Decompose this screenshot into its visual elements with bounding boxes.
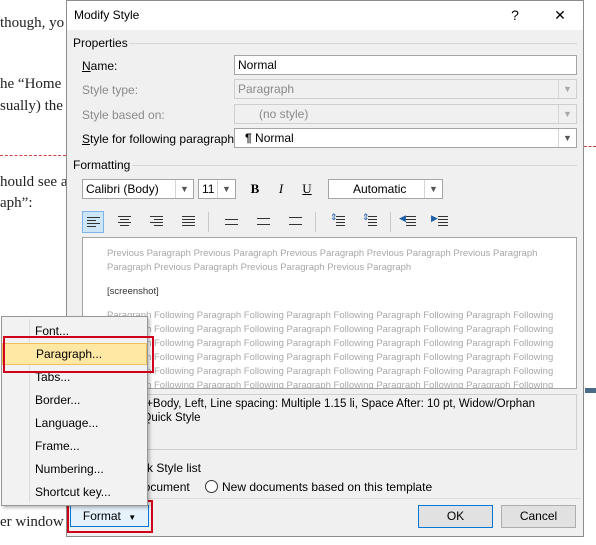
chevron-down-icon: ▼ xyxy=(558,105,576,123)
bold-button[interactable]: B xyxy=(245,179,265,199)
menu-item-numbering[interactable]: Numbering... xyxy=(2,458,147,480)
chevron-down-icon: ▼ xyxy=(217,180,235,198)
decrease-indent-button[interactable]: ◀ xyxy=(398,211,420,233)
preview-following-text: Paragraph Following Paragraph Following … xyxy=(107,352,554,363)
justify-button[interactable] xyxy=(178,211,200,233)
ok-button[interactable]: OK xyxy=(418,505,493,528)
chevron-down-icon: ▼ xyxy=(175,180,193,198)
menu-item-language[interactable]: Language... xyxy=(2,412,147,434)
scrollbar-fragment xyxy=(585,388,596,393)
toolbar-separator xyxy=(208,212,209,232)
preview-following-text: Paragraph Following Paragraph Following … xyxy=(107,310,554,321)
menu-item-shortcut-key[interactable]: Shortcut key... xyxy=(2,481,147,503)
based-on-select[interactable]: (no style) ▼ xyxy=(234,104,577,124)
font-size-value: 11 xyxy=(202,182,215,196)
arrow-left-icon: ◀ xyxy=(399,213,406,223)
decrease-indent-icon xyxy=(406,216,419,228)
style-preview: Previous Paragraph Previous Paragraph Pr… xyxy=(82,237,577,389)
align-right-button[interactable] xyxy=(146,211,168,233)
dialog-titlebar: Modify Style ? ✕ xyxy=(67,1,583,30)
chevron-down-icon: ▼ xyxy=(558,80,576,98)
increase-paragraph-spacing-button[interactable]: ⇕ xyxy=(328,211,350,233)
preview-following-text: Paragraph Following Paragraph Following … xyxy=(107,366,554,377)
one-half-spacing-icon xyxy=(257,218,270,227)
divider xyxy=(129,43,577,44)
properties-heading: Properties xyxy=(73,36,128,50)
formatting-heading: Formatting xyxy=(73,158,131,172)
preview-following-text: Paragraph Following Paragraph Following … xyxy=(107,380,554,389)
preview-previous-text: Paragraph Previous Paragraph Previous Pa… xyxy=(107,262,412,273)
page-break-line xyxy=(584,146,596,147)
align-center-icon xyxy=(118,216,131,228)
following-value: Normal xyxy=(255,131,294,145)
new-documents-radio[interactable] xyxy=(205,480,218,493)
font-value: Calibri (Body) xyxy=(86,182,159,196)
italic-button[interactable]: I xyxy=(271,179,291,199)
decrease-spacing-icon xyxy=(368,216,381,228)
preview-previous-text: Previous Paragraph Previous Paragraph Pr… xyxy=(107,248,538,259)
divider xyxy=(132,165,577,166)
close-button[interactable]: ✕ xyxy=(545,4,575,26)
preview-sample-text: [screenshot] xyxy=(107,286,159,297)
style-type-value: Paragraph xyxy=(238,82,295,96)
paragraph-mark-icon: ¶ xyxy=(245,131,252,145)
align-right-icon xyxy=(150,216,163,228)
one-half-spacing-button[interactable] xyxy=(253,211,275,233)
dialog-title: Modify Style xyxy=(74,8,140,22)
description-line: t) +Body, Left, Line spacing: Multiple 1… xyxy=(136,398,535,410)
doc-text-line: hould see a xyxy=(0,174,68,190)
double-spacing-icon xyxy=(289,217,302,227)
quick-style-checkbox-label[interactable]: k Style list xyxy=(147,461,201,475)
new-documents-label[interactable]: New documents based on this template xyxy=(222,480,432,494)
single-spacing-icon xyxy=(225,219,238,227)
paragraph-item-highlight xyxy=(3,336,154,373)
toolbar-separator xyxy=(315,212,316,232)
doc-text-line: he “Home xyxy=(0,76,62,92)
align-center-button[interactable] xyxy=(114,211,136,233)
style-type-select[interactable]: Paragraph ▼ xyxy=(234,79,577,99)
style-description: t) +Body, Left, Line spacing: Multiple 1… xyxy=(82,394,577,450)
increase-indent-button[interactable]: ▶ xyxy=(430,211,452,233)
justify-icon xyxy=(182,216,195,228)
font-color-select[interactable]: Automatic ▼ xyxy=(328,179,443,199)
name-label: Name: xyxy=(82,59,118,73)
arrows-icon: ⇕ xyxy=(330,212,338,222)
cancel-button[interactable]: Cancel xyxy=(501,505,576,528)
preview-following-text: Paragraph Following Paragraph Following … xyxy=(107,338,554,349)
page-break-line xyxy=(0,155,66,156)
doc-text-line: er window xyxy=(0,514,64,530)
font-select[interactable]: Calibri (Body) ▼ xyxy=(82,179,194,199)
menu-item-frame[interactable]: Frame... xyxy=(2,435,147,457)
toolbar-separator xyxy=(390,212,391,232)
double-spacing-button[interactable] xyxy=(285,211,307,233)
font-color-value: Automatic xyxy=(353,182,407,196)
help-button[interactable]: ? xyxy=(500,4,530,26)
align-left-icon xyxy=(87,217,100,229)
name-input[interactable]: Normal xyxy=(234,55,577,75)
decrease-paragraph-spacing-button[interactable]: ⇕ xyxy=(360,211,382,233)
arrow-right-icon: ▶ xyxy=(431,213,438,223)
chevron-down-icon: ▼ xyxy=(424,180,442,198)
single-spacing-button[interactable] xyxy=(221,211,243,233)
align-left-button[interactable] xyxy=(82,211,104,233)
preview-following-text: Paragraph Following Paragraph Following … xyxy=(107,324,554,335)
based-on-label: Style based on: xyxy=(82,108,165,122)
increase-indent-icon xyxy=(438,216,451,228)
doc-text-line: sually) the xyxy=(0,98,63,114)
increase-spacing-icon xyxy=(336,216,349,228)
following-label: Style for following paragraph: xyxy=(82,132,238,146)
underline-button[interactable]: U xyxy=(297,179,317,199)
arrows-icon: ⇕ xyxy=(362,212,370,222)
following-select[interactable]: ¶ Normal ▼ xyxy=(234,128,577,148)
based-on-value: (no style) xyxy=(259,107,309,121)
menu-item-border[interactable]: Border... xyxy=(2,389,147,411)
doc-text-line: though, yo xyxy=(0,15,65,31)
font-size-select[interactable]: 11 ▼ xyxy=(198,179,236,199)
doc-text-line: aph”: xyxy=(0,195,33,211)
chevron-down-icon: ▼ xyxy=(558,129,576,147)
style-type-label: Style type: xyxy=(82,83,139,97)
